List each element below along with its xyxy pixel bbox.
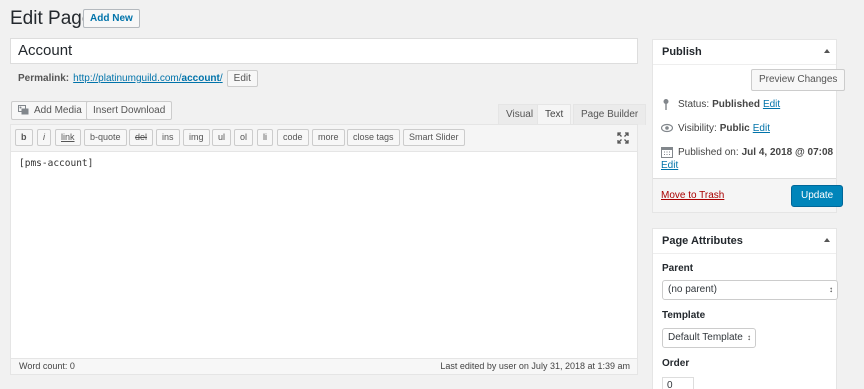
published-edit-link[interactable]: Edit xyxy=(661,160,678,171)
scrollbar[interactable] xyxy=(855,0,864,389)
page-title: Edit Page xyxy=(10,8,93,29)
select-arrows-icon: ↕ xyxy=(747,333,751,342)
update-button[interactable]: Update xyxy=(791,185,844,207)
published-label: Published on: xyxy=(678,146,739,158)
template-select[interactable]: Default Template ↕ xyxy=(662,328,756,348)
preview-changes-button[interactable]: Preview Changes xyxy=(751,69,846,91)
page-attributes-title: Page Attributes xyxy=(662,235,743,247)
word-count: Word count: 0 xyxy=(19,361,75,371)
qt-more-button[interactable]: more xyxy=(312,129,345,146)
qt-close-tags-button[interactable]: close tags xyxy=(347,129,400,146)
calendar-icon xyxy=(661,146,673,158)
publish-box: Publish Preview Changes Status: Publishe… xyxy=(652,39,846,213)
media-icon xyxy=(18,105,30,116)
qt-link-button[interactable]: link xyxy=(55,129,81,146)
qt-img-button[interactable]: img xyxy=(183,129,210,146)
status-row: Status: Published Edit xyxy=(661,98,780,110)
order-label: Order xyxy=(662,358,690,369)
last-edited: Last edited by user on July 31, 2018 at … xyxy=(440,361,630,371)
page-attributes-box: Page Attributes Parent (no parent) ↕ Tem… xyxy=(652,228,838,389)
permalink-slug: account xyxy=(181,72,220,84)
published-on-row: Published on: Jul 4, 2018 @ 07:08 xyxy=(661,146,836,158)
template-select-value: Default Template xyxy=(668,332,743,343)
eye-icon xyxy=(660,122,674,134)
publish-box-title: Publish xyxy=(662,46,702,58)
editor-status-bar: Word count: 0 Last edited by user on Jul… xyxy=(11,358,637,374)
add-media-button[interactable]: Add Media xyxy=(11,101,89,120)
permalink-edit-button[interactable]: Edit xyxy=(226,69,258,87)
permalink-link[interactable]: http://platinumguild.com/account/ xyxy=(73,73,223,84)
qt-code-button[interactable]: code xyxy=(277,129,309,146)
permalink-base: http://platinumguild.com/ xyxy=(73,72,182,84)
status-label: Status: xyxy=(678,98,710,110)
permalink-end: / xyxy=(219,72,223,84)
status-edit-link[interactable]: Edit xyxy=(763,99,780,110)
tab-visual[interactable]: Visual xyxy=(498,104,542,125)
permalink-row: Permalink: http://platinumguild.com/acco… xyxy=(18,69,258,87)
published-value: Jul 4, 2018 @ 07:08 xyxy=(741,146,834,158)
qt-ol-button[interactable]: ol xyxy=(234,129,254,146)
editor-box: b i link b-quote del ins img ul ol li co… xyxy=(10,124,638,375)
divider xyxy=(653,253,836,254)
insert-download-button[interactable]: Insert Download xyxy=(86,101,173,120)
parent-select-value: (no parent) xyxy=(668,284,717,295)
tab-page-builder[interactable]: Page Builder xyxy=(573,104,647,125)
divider xyxy=(653,64,836,65)
qt-ul-button[interactable]: ul xyxy=(212,129,232,146)
qt-li-button[interactable]: li xyxy=(257,129,273,146)
quicktags-toolbar: b i link b-quote del ins img ul ol li co… xyxy=(11,125,637,152)
fullscreen-icon[interactable] xyxy=(617,132,629,144)
visibility-value: Public xyxy=(719,122,750,134)
status-value: Published xyxy=(712,98,760,110)
template-label: Template xyxy=(662,310,706,321)
tab-text[interactable]: Text xyxy=(537,104,572,125)
pin-icon xyxy=(661,98,673,110)
move-to-trash-link[interactable]: Move to Trash xyxy=(661,190,724,201)
toggle-arrow-icon[interactable] xyxy=(824,238,830,242)
permalink-label: Permalink: xyxy=(18,72,70,84)
qt-italic-button[interactable]: i xyxy=(37,129,51,146)
parent-select[interactable]: (no parent) ↕ xyxy=(662,280,838,300)
qt-bold-button[interactable]: b xyxy=(15,129,33,146)
visibility-row: Visibility: Public Edit xyxy=(660,122,770,134)
toggle-arrow-icon[interactable] xyxy=(824,49,830,53)
parent-label: Parent xyxy=(662,263,694,274)
qt-del-button[interactable]: del xyxy=(129,129,154,146)
qt-blockquote-button[interactable]: b-quote xyxy=(84,129,127,146)
order-input[interactable]: 0 xyxy=(662,377,694,389)
qt-ins-button[interactable]: ins xyxy=(156,129,180,146)
title-input[interactable]: Account xyxy=(10,38,638,64)
add-new-button[interactable]: Add New xyxy=(83,9,140,28)
visibility-label: Visibility: xyxy=(678,122,717,134)
content-textarea[interactable]: [pms-account] xyxy=(19,158,93,169)
publish-actions: Move to Trash Update xyxy=(653,178,844,212)
visibility-edit-link[interactable]: Edit xyxy=(753,123,770,134)
qt-smart-slider-button[interactable]: Smart Slider xyxy=(403,129,465,146)
select-arrows-icon: ↕ xyxy=(829,285,833,294)
add-media-label: Add Media xyxy=(34,105,82,116)
